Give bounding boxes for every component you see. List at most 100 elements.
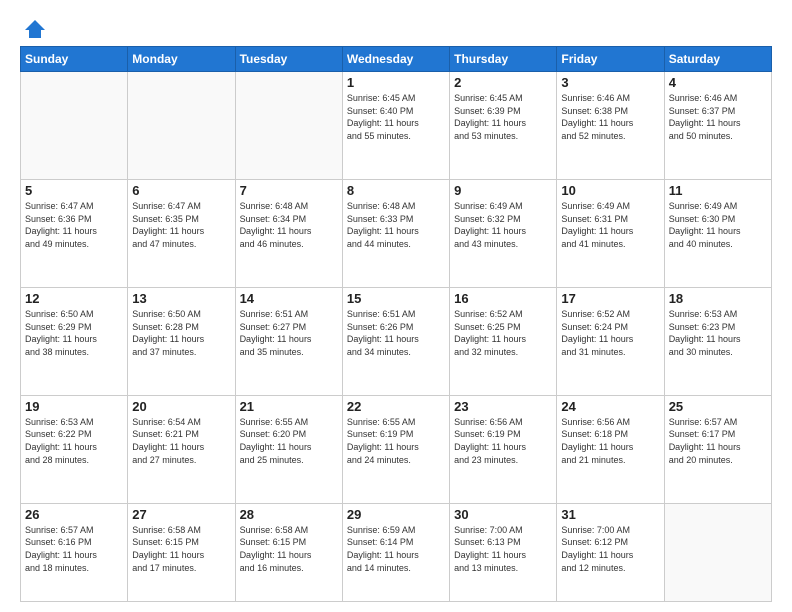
day-info: Sunrise: 6:45 AM Sunset: 6:40 PM Dayligh… [347,92,445,142]
calendar-cell: 27 Sunrise: 6:58 AM Sunset: 6:15 PM Dayli… [128,503,235,601]
weekday-header-row: SundayMondayTuesdayWednesdayThursdayFrid… [21,47,772,72]
day-number: 21 [240,399,338,414]
day-info: Sunrise: 6:46 AM Sunset: 6:37 PM Dayligh… [669,92,767,142]
day-info: Sunrise: 6:59 AM Sunset: 6:14 PM Dayligh… [347,524,445,574]
calendar-cell: 7 Sunrise: 6:48 AM Sunset: 6:34 PM Daylig… [235,179,342,287]
calendar-cell [235,72,342,180]
weekday-header-monday: Monday [128,47,235,72]
day-number: 13 [132,291,230,306]
calendar-cell: 5 Sunrise: 6:47 AM Sunset: 6:36 PM Daylig… [21,179,128,287]
day-number: 16 [454,291,552,306]
day-info: Sunrise: 6:49 AM Sunset: 6:31 PM Dayligh… [561,200,659,250]
day-info: Sunrise: 6:55 AM Sunset: 6:19 PM Dayligh… [347,416,445,466]
calendar-cell: 16 Sunrise: 6:52 AM Sunset: 6:25 PM Dayli… [450,287,557,395]
day-info: Sunrise: 6:54 AM Sunset: 6:21 PM Dayligh… [132,416,230,466]
day-info: Sunrise: 6:58 AM Sunset: 6:15 PM Dayligh… [132,524,230,574]
day-info: Sunrise: 6:57 AM Sunset: 6:17 PM Dayligh… [669,416,767,466]
calendar-week-4: 26Sunrise: 6:57 AM Sunset: 6:16 PM Dayli… [21,503,772,601]
day-number: 2 [454,75,552,90]
calendar-cell: 1 Sunrise: 6:45 AM Sunset: 6:40 PM Daylig… [342,72,449,180]
calendar-cell: 15 Sunrise: 6:51 AM Sunset: 6:26 PM Dayli… [342,287,449,395]
calendar-cell: 31 Sunrise: 7:00 AM Sunset: 6:12 PM Dayli… [557,503,664,601]
logo-icon [23,16,47,40]
calendar-cell: 20 Sunrise: 6:54 AM Sunset: 6:21 PM Dayli… [128,395,235,503]
day-info: Sunrise: 6:47 AM Sunset: 6:36 PM Dayligh… [25,200,123,250]
weekday-header-saturday: Saturday [664,47,771,72]
weekday-header-sunday: Sunday [21,47,128,72]
calendar-cell: 11Sunrise: 6:49 AM Sunset: 6:30 PM Dayli… [664,179,771,287]
day-info: Sunrise: 6:51 AM Sunset: 6:27 PM Dayligh… [240,308,338,358]
weekday-header-friday: Friday [557,47,664,72]
day-number: 20 [132,399,230,414]
calendar-cell [21,72,128,180]
day-number: 19 [25,399,123,414]
calendar-cell: 21 Sunrise: 6:55 AM Sunset: 6:20 PM Dayli… [235,395,342,503]
calendar-week-1: 5 Sunrise: 6:47 AM Sunset: 6:36 PM Daylig… [21,179,772,287]
weekday-header-thursday: Thursday [450,47,557,72]
calendar-cell: 8 Sunrise: 6:48 AM Sunset: 6:33 PM Daylig… [342,179,449,287]
day-number: 14 [240,291,338,306]
day-number: 12 [25,291,123,306]
day-number: 5 [25,183,123,198]
calendar-cell: 19 Sunrise: 6:53 AM Sunset: 6:22 PM Dayli… [21,395,128,503]
calendar-cell: 12Sunrise: 6:50 AM Sunset: 6:29 PM Dayli… [21,287,128,395]
day-info: Sunrise: 6:52 AM Sunset: 6:25 PM Dayligh… [454,308,552,358]
day-number: 30 [454,507,552,522]
day-info: Sunrise: 6:49 AM Sunset: 6:32 PM Dayligh… [454,200,552,250]
calendar-cell: 24Sunrise: 6:56 AM Sunset: 6:18 PM Dayli… [557,395,664,503]
day-number: 7 [240,183,338,198]
day-number: 4 [669,75,767,90]
calendar-cell: 14 Sunrise: 6:51 AM Sunset: 6:27 PM Dayli… [235,287,342,395]
calendar-cell: 6 Sunrise: 6:47 AM Sunset: 6:35 PM Daylig… [128,179,235,287]
day-number: 1 [347,75,445,90]
day-number: 17 [561,291,659,306]
day-info: Sunrise: 6:51 AM Sunset: 6:26 PM Dayligh… [347,308,445,358]
calendar-table: SundayMondayTuesdayWednesdayThursdayFrid… [20,46,772,602]
day-number: 31 [561,507,659,522]
day-info: Sunrise: 6:49 AM Sunset: 6:30 PM Dayligh… [669,200,767,250]
day-info: Sunrise: 6:53 AM Sunset: 6:23 PM Dayligh… [669,308,767,358]
day-info: Sunrise: 6:50 AM Sunset: 6:28 PM Dayligh… [132,308,230,358]
calendar-cell: 22Sunrise: 6:55 AM Sunset: 6:19 PM Dayli… [342,395,449,503]
calendar-cell: 17 Sunrise: 6:52 AM Sunset: 6:24 PM Dayli… [557,287,664,395]
calendar-week-2: 12Sunrise: 6:50 AM Sunset: 6:29 PM Dayli… [21,287,772,395]
day-info: Sunrise: 6:56 AM Sunset: 6:18 PM Dayligh… [561,416,659,466]
logo [20,16,47,36]
day-info: Sunrise: 6:56 AM Sunset: 6:19 PM Dayligh… [454,416,552,466]
calendar-cell: 2 Sunrise: 6:45 AM Sunset: 6:39 PM Daylig… [450,72,557,180]
day-info: Sunrise: 6:57 AM Sunset: 6:16 PM Dayligh… [25,524,123,574]
day-number: 15 [347,291,445,306]
calendar-cell: 4 Sunrise: 6:46 AM Sunset: 6:37 PM Daylig… [664,72,771,180]
weekday-header-tuesday: Tuesday [235,47,342,72]
day-info: Sunrise: 7:00 AM Sunset: 6:12 PM Dayligh… [561,524,659,574]
page: SundayMondayTuesdayWednesdayThursdayFrid… [0,0,792,612]
day-number: 25 [669,399,767,414]
day-info: Sunrise: 6:52 AM Sunset: 6:24 PM Dayligh… [561,308,659,358]
day-info: Sunrise: 7:00 AM Sunset: 6:13 PM Dayligh… [454,524,552,574]
day-info: Sunrise: 6:53 AM Sunset: 6:22 PM Dayligh… [25,416,123,466]
weekday-header-wednesday: Wednesday [342,47,449,72]
calendar-cell [664,503,771,601]
day-number: 6 [132,183,230,198]
calendar-cell: 3 Sunrise: 6:46 AM Sunset: 6:38 PM Daylig… [557,72,664,180]
day-info: Sunrise: 6:46 AM Sunset: 6:38 PM Dayligh… [561,92,659,142]
day-number: 9 [454,183,552,198]
calendar-cell: 18 Sunrise: 6:53 AM Sunset: 6:23 PM Dayli… [664,287,771,395]
calendar-cell [128,72,235,180]
day-number: 3 [561,75,659,90]
calendar-cell: 25 Sunrise: 6:57 AM Sunset: 6:17 PM Dayli… [664,395,771,503]
day-info: Sunrise: 6:45 AM Sunset: 6:39 PM Dayligh… [454,92,552,142]
day-info: Sunrise: 6:47 AM Sunset: 6:35 PM Dayligh… [132,200,230,250]
header [20,16,772,36]
day-number: 29 [347,507,445,522]
day-number: 8 [347,183,445,198]
day-info: Sunrise: 6:48 AM Sunset: 6:33 PM Dayligh… [347,200,445,250]
day-info: Sunrise: 6:55 AM Sunset: 6:20 PM Dayligh… [240,416,338,466]
day-number: 10 [561,183,659,198]
day-info: Sunrise: 6:48 AM Sunset: 6:34 PM Dayligh… [240,200,338,250]
day-number: 18 [669,291,767,306]
day-number: 28 [240,507,338,522]
day-info: Sunrise: 6:58 AM Sunset: 6:15 PM Dayligh… [240,524,338,574]
day-number: 27 [132,507,230,522]
calendar-cell: 9 Sunrise: 6:49 AM Sunset: 6:32 PM Daylig… [450,179,557,287]
